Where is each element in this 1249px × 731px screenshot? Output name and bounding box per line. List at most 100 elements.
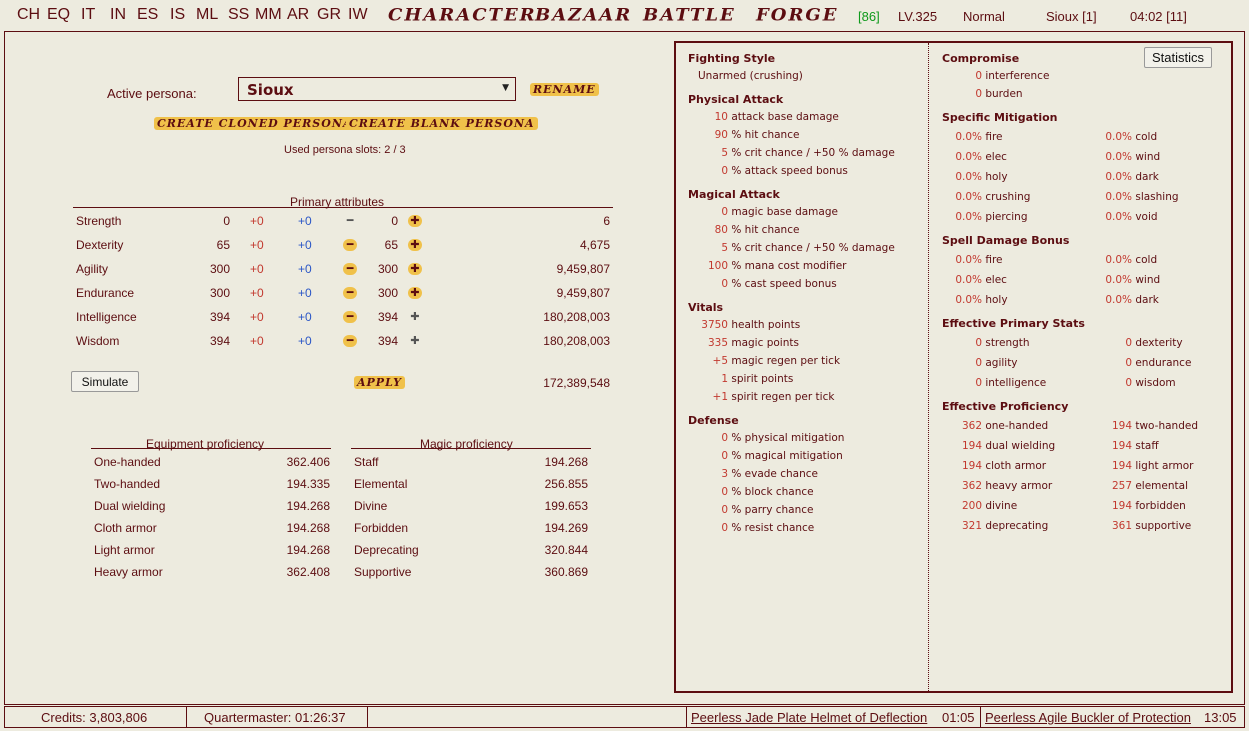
proficiency-name: Divine — [354, 499, 388, 513]
attribute-name: Intelligence — [76, 310, 137, 324]
stat-value: 0.0% — [955, 171, 982, 183]
persona-select-value: Sioux — [247, 81, 294, 99]
proficiency-value: 194.268 — [286, 521, 330, 535]
attribute-name: Strength — [76, 214, 122, 228]
stat-label: health points — [731, 319, 801, 331]
stat-value: 194 — [1111, 460, 1132, 472]
menu-is[interactable]: IS — [170, 6, 185, 24]
decrease-dexterity-icon[interactable]: ━ — [343, 239, 357, 251]
decrease-wisdom-icon[interactable]: ━ — [343, 335, 357, 347]
statistics-button[interactable]: Statistics — [1144, 47, 1212, 68]
attribute-value: 394 — [377, 334, 398, 348]
persona-select[interactable]: Sioux ▼ — [238, 77, 516, 101]
stat-value: 194 — [1111, 420, 1132, 432]
magic-divider — [351, 448, 591, 449]
stat-label: elemental — [1135, 480, 1188, 492]
menu-bazaar[interactable]: BAZAAR — [535, 6, 632, 26]
stat-label: % parry chance — [731, 504, 814, 516]
decrease-intelligence-icon[interactable]: ━ — [343, 311, 357, 323]
stat-label: % cast speed bonus — [731, 278, 837, 290]
increase-strength-icon[interactable]: ✚ — [408, 215, 422, 227]
stat-label: % block chance — [731, 486, 814, 498]
menu-eq[interactable]: EQ — [47, 6, 70, 24]
stat-label: deprecating — [985, 520, 1049, 532]
stat-value: 0 — [1125, 357, 1132, 369]
spell-damage-title: Spell Damage Bonus — [942, 234, 1070, 247]
rename-button[interactable]: RENAME — [530, 83, 599, 96]
attribute-bonus-red: +0 — [250, 334, 264, 348]
stat-value: 0 — [975, 88, 982, 100]
stat-value: 90 — [714, 129, 728, 141]
attribute-name: Agility — [76, 262, 109, 276]
attribute-exp-cost: 4,675 — [579, 238, 610, 252]
stat-value: 0.0% — [955, 151, 982, 163]
decrease-strength-icon[interactable]: ━ — [343, 215, 357, 227]
menu-iw[interactable]: IW — [348, 6, 368, 24]
credits-label: Credits: 3,803,806 — [41, 710, 148, 725]
item-link-buckler[interactable]: Peerless Agile Buckler of Protection — [985, 710, 1191, 725]
increase-wisdom-icon[interactable]: ✚ — [408, 335, 422, 347]
decrease-agility-icon[interactable]: ━ — [343, 263, 357, 275]
stat-label: crushing — [985, 191, 1031, 203]
menu-mm[interactable]: MM — [255, 6, 282, 24]
stat-label: wind — [1135, 151, 1161, 163]
stat-label: % attack speed bonus — [731, 165, 848, 177]
create-blank-persona-button[interactable]: CREATE BLANK PERSONA — [346, 117, 538, 130]
bottom-separator — [186, 707, 187, 727]
proficiency-value: 194.268 — [286, 543, 330, 557]
attributes-divider — [73, 207, 613, 208]
difficulty-label[interactable]: Normal — [963, 9, 1005, 24]
proficiency-value: 194.268 — [286, 499, 330, 513]
increase-intelligence-icon[interactable]: ✚ — [408, 311, 422, 323]
stat-label: attack base damage — [731, 111, 839, 123]
stat-label: forbidden — [1135, 500, 1186, 512]
simulate-button[interactable]: Simulate — [71, 371, 139, 392]
stat-label: supportive — [1135, 520, 1192, 532]
stat-value: 0.0% — [1105, 131, 1132, 143]
persona-indicator[interactable]: Sioux [1] — [1046, 9, 1097, 24]
apply-button[interactable]: APPLY — [354, 376, 405, 389]
effective-primary-title: Effective Primary Stats — [942, 317, 1085, 330]
stat-value: 0.0% — [955, 211, 982, 223]
increase-agility-icon[interactable]: ✚ — [408, 263, 422, 275]
stat-label: fire — [985, 254, 1003, 266]
effective-proficiency-title: Effective Proficiency — [942, 400, 1069, 413]
attribute-bonus-red: +0 — [250, 262, 264, 276]
increase-endurance-icon[interactable]: ✚ — [408, 287, 422, 299]
menu-in[interactable]: IN — [110, 6, 126, 24]
proficiency-value: 362.408 — [286, 565, 330, 579]
menu-character[interactable]: CHARACTER — [388, 6, 537, 26]
proficiency-value: 199.653 — [544, 499, 588, 513]
bottom-separator — [980, 707, 981, 727]
item-link-helmet[interactable]: Peerless Jade Plate Helmet of Deflection — [691, 710, 927, 725]
stat-label: staff — [1135, 440, 1159, 452]
proficiency-name: Light armor — [94, 543, 155, 557]
stat-label: elec — [985, 151, 1007, 163]
menu-forge[interactable]: FORGE — [756, 6, 839, 26]
menu-ml[interactable]: ML — [196, 6, 218, 24]
attribute-bonus-blue: +0 — [298, 286, 312, 300]
menu-ch[interactable]: CH — [17, 6, 40, 24]
menu-ar[interactable]: AR — [287, 6, 309, 24]
menu-battle[interactable]: BATTLE — [643, 6, 736, 26]
stat-label: slashing — [1135, 191, 1179, 203]
bottom-status-bar: Credits: 3,803,806 Quartermaster: 01:26:… — [4, 706, 1245, 728]
attribute-name: Wisdom — [76, 334, 120, 348]
attribute-bonus-red: +0 — [250, 238, 264, 252]
defense-title: Defense — [688, 414, 739, 427]
menu-es[interactable]: ES — [137, 6, 158, 24]
menu-it[interactable]: IT — [81, 6, 95, 24]
stat-value: +1 — [712, 391, 728, 403]
create-cloned-persona-button[interactable]: CREATE CLONED PERSONA — [154, 117, 356, 130]
attribute-value: 394 — [377, 310, 398, 324]
increase-dexterity-icon[interactable]: ✚ — [408, 239, 422, 251]
stat-value: 0.0% — [1105, 151, 1132, 163]
stat-label: % resist chance — [731, 522, 815, 534]
stat-label: spirit points — [731, 373, 794, 385]
menu-ss[interactable]: SS — [228, 6, 249, 24]
decrease-endurance-icon[interactable]: ━ — [343, 287, 357, 299]
menu-gr[interactable]: GR — [317, 6, 341, 24]
proficiency-name: Deprecating — [354, 543, 419, 557]
proficiency-name: Staff — [354, 455, 379, 469]
stat-value: 0.0% — [1105, 274, 1132, 286]
